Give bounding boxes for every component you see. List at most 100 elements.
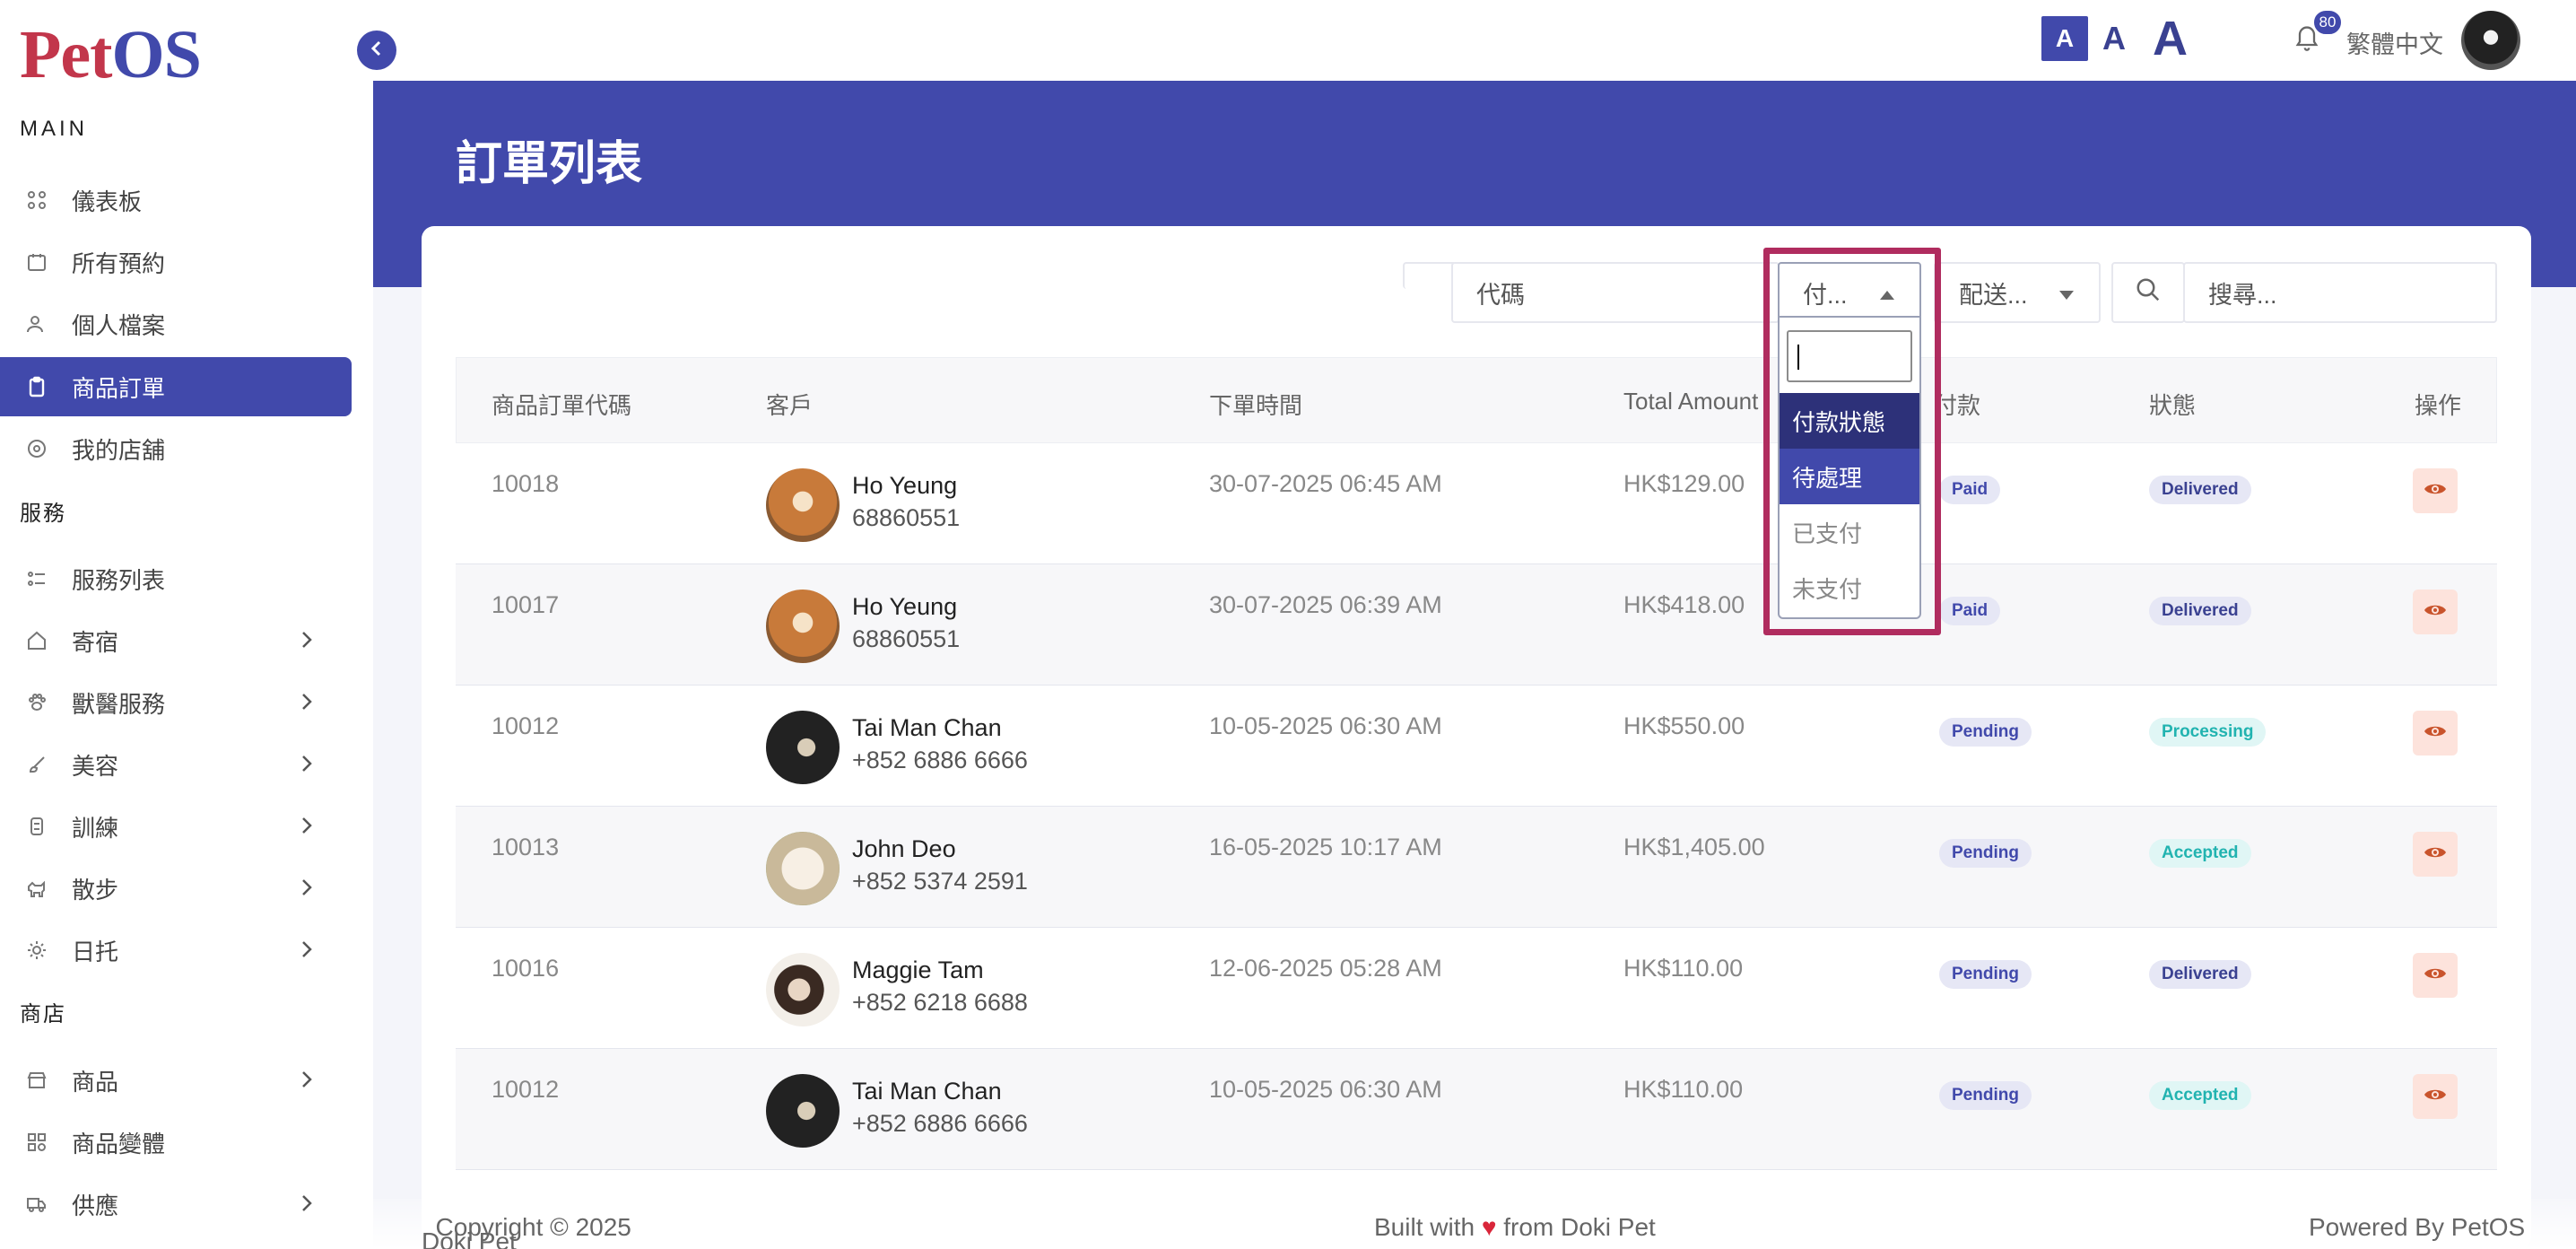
status-badge: Accepted	[2149, 839, 2251, 868]
order-code: 10016	[492, 955, 560, 982]
order-time: 10-05-2025 06:30 AM	[1209, 712, 1442, 739]
customer-phone: 68860551	[852, 625, 961, 652]
user-icon	[25, 312, 48, 336]
list-icon	[25, 567, 48, 590]
pet-avatar	[766, 590, 840, 663]
chevron-right-icon	[298, 629, 316, 657]
font-size-large-button[interactable]: A	[2153, 11, 2188, 66]
calendar-icon	[25, 250, 48, 274]
section-main-label: MAIN	[20, 117, 88, 141]
order-time: 30-07-2025 06:45 AM	[1209, 470, 1442, 497]
total-amount: HK$129.00	[1623, 470, 1745, 497]
status-badge: Delivered	[2149, 597, 2251, 625]
view-button[interactable]	[2413, 590, 2458, 634]
view-button[interactable]	[2413, 711, 2458, 756]
status-badge: Delivered	[2149, 960, 2251, 989]
customer-name: John Deo	[852, 835, 956, 862]
sidebar-item-training[interactable]: 訓練	[0, 797, 352, 856]
chevron-right-icon	[298, 1069, 316, 1096]
chevron-right-icon	[298, 753, 316, 781]
search-input[interactable]: 搜尋...	[2183, 262, 2497, 323]
clipboard-icon	[25, 375, 48, 398]
sidebar-item-product-variants[interactable]: 商品變體	[0, 1113, 352, 1172]
section-shop-label: 商店	[20, 1002, 66, 1026]
sidebar-item-products[interactable]: 商品	[0, 1051, 352, 1110]
brush-icon	[25, 753, 48, 776]
footer-petos-link[interactable]: PetOS	[2451, 1213, 2525, 1241]
customer-phone: +852 6218 6688	[852, 989, 1028, 1016]
customer-name: Tai Man Chan	[852, 1078, 1002, 1105]
total-amount: HK$418.00	[1623, 591, 1745, 618]
chevron-right-icon	[298, 815, 316, 843]
total-amount: HK$110.00	[1623, 955, 1744, 982]
header-status: 狀態	[2149, 392, 2197, 419]
payment-badge: Paid	[1939, 476, 2001, 504]
sidebar-item-grooming[interactable]: 美容	[0, 735, 352, 794]
delivery-status-select[interactable]: 配送...	[1934, 262, 2101, 323]
view-button[interactable]	[2413, 832, 2458, 877]
payment-badge: Pending	[1939, 960, 2032, 989]
sidebar-item-bookings[interactable]: 所有預約	[0, 232, 352, 292]
total-amount: HK$110.00	[1623, 1076, 1744, 1103]
customer-name: Maggie Tam	[852, 956, 984, 983]
sidebar-item-dashboard[interactable]: 儀表板	[0, 170, 352, 230]
topbar	[373, 0, 2576, 81]
eye-icon	[2424, 601, 2447, 624]
pet-avatar	[766, 468, 840, 542]
code-filter-input[interactable]: 代碼	[1451, 262, 1780, 323]
bowl-icon	[25, 815, 48, 838]
footer-brand-link[interactable]: Doki Pet	[422, 1227, 517, 1249]
font-size-small-button[interactable]: A	[2041, 16, 2088, 61]
customer-phone: 68860551	[852, 504, 961, 531]
sidebar-item-profile[interactable]: 個人檔案	[0, 294, 352, 354]
table-row: 10018 Ho Yeung 68860551 30-07-2025 06:45…	[456, 443, 2497, 564]
dog-icon	[25, 877, 48, 900]
total-amount: HK$1,405.00	[1623, 834, 1765, 860]
sidebar-collapse-button[interactable]	[357, 31, 396, 70]
customer-name: Ho Yeung	[852, 472, 958, 499]
payment-badge: Pending	[1939, 839, 2032, 868]
total-amount: HK$550.00	[1623, 712, 1745, 739]
footer: Doki Pet. Copyright © 2025 Built with ♥ …	[373, 1199, 2576, 1249]
sidebar-item-product-orders[interactable]: 商品訂單	[0, 357, 352, 416]
pet-avatar	[766, 1074, 840, 1148]
eye-icon	[2424, 965, 2447, 987]
sidebar-item-supply[interactable]: 供應	[0, 1175, 352, 1234]
sun-icon	[25, 939, 48, 962]
eye-icon	[2424, 1086, 2447, 1108]
shop-icon	[25, 1069, 48, 1092]
header-total-amount: Total Amount	[1623, 388, 1759, 415]
sidebar-item-boarding[interactable]: 寄宿	[0, 611, 352, 670]
order-time: 30-07-2025 06:39 AM	[1209, 591, 1442, 618]
view-button[interactable]	[2413, 468, 2458, 513]
font-size-medium-button[interactable]: A	[2102, 20, 2126, 57]
payment-badge: Pending	[1939, 1081, 2032, 1110]
sidebar-item-service-list[interactable]: 服務列表	[0, 549, 352, 608]
user-avatar[interactable]	[2461, 11, 2520, 70]
pet-avatar	[766, 711, 840, 784]
language-selector[interactable]: 繁體中文	[2346, 25, 2443, 60]
chevron-left-icon	[368, 39, 386, 62]
header-order-code: 商品訂單代碼	[492, 392, 632, 419]
footer-built-with: Built with	[1374, 1213, 1475, 1241]
order-time: 16-05-2025 10:17 AM	[1209, 834, 1442, 860]
chevron-right-icon	[298, 877, 316, 904]
search-button[interactable]	[2111, 262, 2185, 323]
customer-phone: +852 6886 6666	[852, 1110, 1028, 1137]
status-badge: Processing	[2149, 718, 2267, 747]
sidebar-item-daycare[interactable]: 日托	[0, 921, 352, 980]
order-code: 10012	[492, 1076, 560, 1103]
sidebar-item-walking[interactable]: 散步	[0, 859, 352, 918]
status-badge: Delivered	[2149, 476, 2251, 504]
store-icon	[25, 437, 48, 460]
sidebar-item-vet[interactable]: 獸醫服務	[0, 673, 352, 732]
view-button[interactable]	[2413, 953, 2458, 998]
view-button[interactable]	[2413, 1074, 2458, 1119]
sidebar-item-my-store[interactable]: 我的店舖	[0, 419, 352, 478]
table-row: 10012 Tai Man Chan +852 6886 6666 10-05-…	[456, 1049, 2497, 1170]
header-order-time: 下單時間	[1209, 392, 1303, 419]
table-row: 10013 John Deo +852 5374 2591 16-05-2025…	[456, 807, 2497, 928]
petos-logo[interactable]: PetOS	[20, 16, 202, 94]
highlight-box	[1763, 248, 1941, 635]
header-customer: 客戶	[766, 392, 814, 419]
